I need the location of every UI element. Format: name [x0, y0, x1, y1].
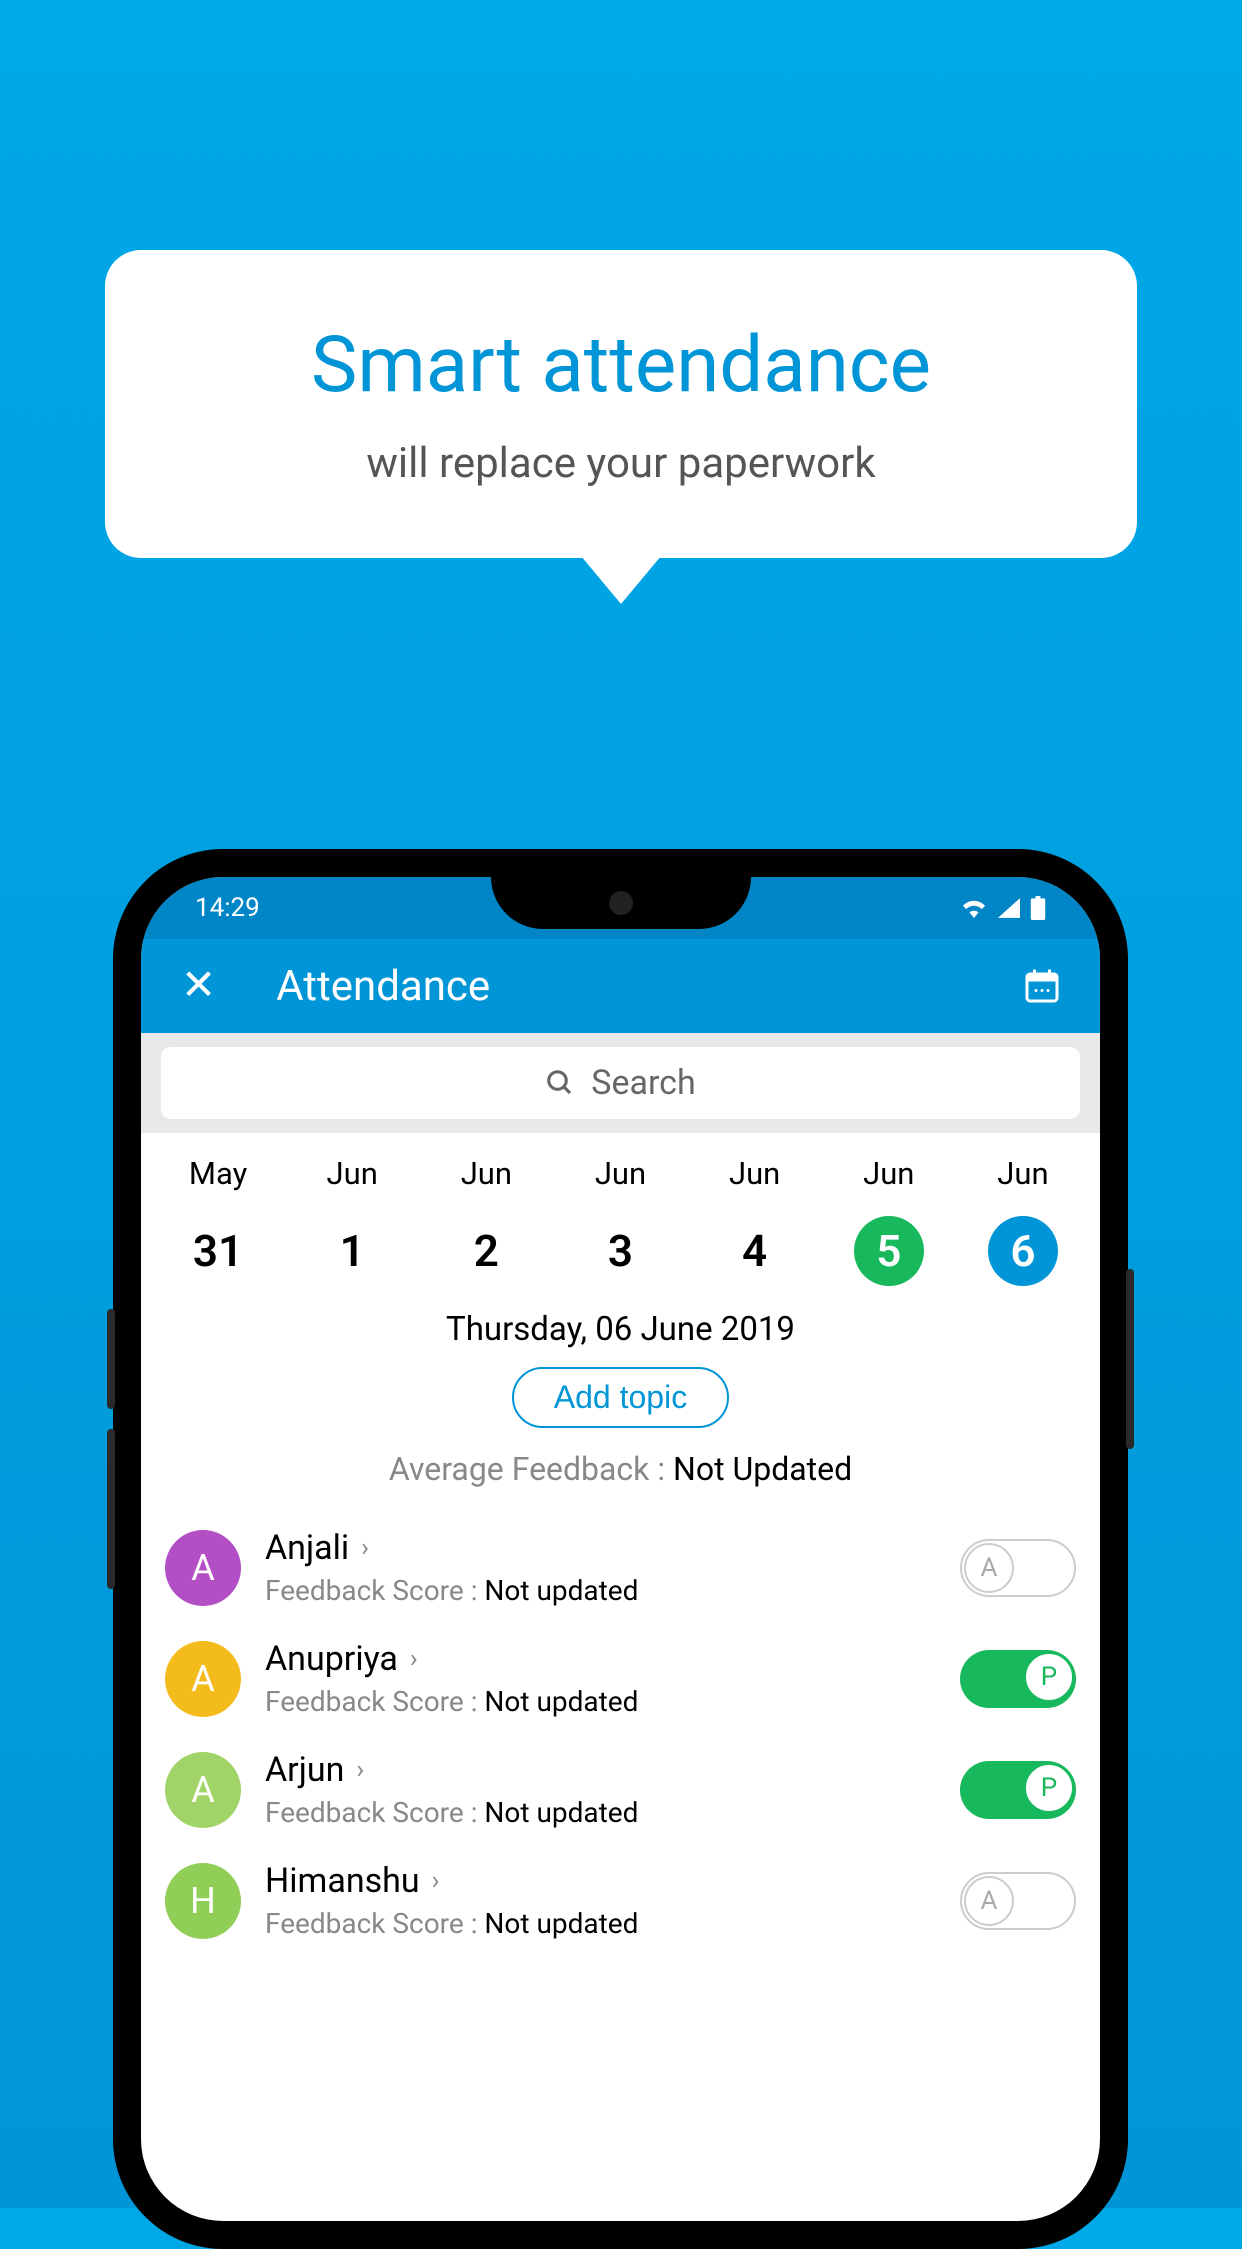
date-day: 1	[317, 1216, 387, 1286]
promo-title: Smart attendance	[145, 320, 1097, 411]
power-button	[1126, 1269, 1134, 1449]
date-cell[interactable]: May 31	[151, 1155, 285, 1286]
chevron-right-icon: ›	[432, 1866, 440, 1896]
phone-frame: 14:29 ✕ Attendance Search May31Jun1Jun2J…	[113, 849, 1128, 2249]
feedback-label: Feedback Score :	[265, 1796, 484, 1829]
add-topic-button[interactable]: Add topic	[512, 1367, 729, 1428]
signal-icon	[998, 898, 1020, 918]
student-name-text: Anupriya	[265, 1639, 398, 1679]
phone-screen: 14:29 ✕ Attendance Search May31Jun1Jun2J…	[141, 877, 1100, 2221]
toggle-knob: A	[964, 1543, 1014, 1593]
feedback-value: Not updated	[484, 1685, 638, 1718]
search-input[interactable]: Search	[161, 1047, 1080, 1119]
average-feedback: Average Feedback : Not Updated	[141, 1450, 1100, 1488]
search-container: Search	[141, 1033, 1100, 1133]
date-day: 6	[988, 1216, 1058, 1286]
date-month: Jun	[688, 1155, 822, 1192]
promo-bubble: Smart attendance will replace your paper…	[105, 250, 1137, 558]
date-strip: May 31 Jun 1 Jun 2 Jun 3 Jun 4 Jun 5 Jun 6	[141, 1133, 1100, 1310]
calendar-icon[interactable]	[1024, 968, 1060, 1004]
student-name-text: Arjun	[265, 1750, 344, 1790]
feedback-value: Not updated	[484, 1907, 638, 1940]
student-name: Arjun ›	[265, 1750, 960, 1790]
date-month: Jun	[822, 1155, 956, 1192]
date-cell[interactable]: Jun 2	[419, 1155, 553, 1286]
volume-up-button	[107, 1309, 115, 1409]
search-placeholder: Search	[591, 1063, 695, 1103]
search-icon	[545, 1068, 575, 1098]
attendance-toggle[interactable]: P	[960, 1650, 1076, 1708]
date-cell[interactable]: Jun 1	[285, 1155, 419, 1286]
avatar: H	[165, 1863, 241, 1939]
feedback-score: Feedback Score : Not updated	[265, 1907, 960, 1940]
avg-feedback-value: Not Updated	[673, 1450, 852, 1488]
attendance-toggle[interactable]: A	[960, 1539, 1076, 1597]
feedback-score: Feedback Score : Not updated	[265, 1796, 960, 1829]
battery-icon	[1030, 896, 1046, 920]
chevron-right-icon: ›	[361, 1533, 369, 1563]
feedback-label: Feedback Score :	[265, 1907, 484, 1940]
promo-subtitle: will replace your paperwork	[145, 439, 1097, 488]
close-icon[interactable]: ✕	[181, 965, 216, 1007]
feedback-score: Feedback Score : Not updated	[265, 1574, 960, 1607]
attendance-toggle[interactable]: A	[960, 1872, 1076, 1930]
app-bar: ✕ Attendance	[141, 939, 1100, 1033]
date-month: Jun	[285, 1155, 419, 1192]
date-day: 4	[720, 1216, 790, 1286]
student-row: HHimanshu›Feedback Score : Not updatedA	[141, 1845, 1100, 1956]
avatar: A	[165, 1752, 241, 1828]
date-day: 3	[585, 1216, 655, 1286]
chevron-right-icon: ›	[410, 1644, 418, 1674]
volume-down-button	[107, 1429, 115, 1589]
student-name: Anupriya ›	[265, 1639, 960, 1679]
student-name-text: Himanshu	[265, 1861, 420, 1901]
avatar: A	[165, 1530, 241, 1606]
screen-title: Attendance	[276, 962, 1024, 1011]
date-month: Jun	[553, 1155, 687, 1192]
wifi-icon	[960, 898, 988, 918]
student-info[interactable]: Anjali › Feedback Score : Not updated	[265, 1528, 960, 1607]
student-info[interactable]: Arjun › Feedback Score : Not updated	[265, 1750, 960, 1829]
feedback-label: Feedback Score :	[265, 1685, 484, 1718]
attendance-toggle[interactable]: P	[960, 1761, 1076, 1819]
date-month: Jun	[419, 1155, 553, 1192]
selected-date-label: Thursday, 06 June 2019	[141, 1310, 1100, 1349]
student-name: Anjali ›	[265, 1528, 960, 1568]
student-info[interactable]: Anupriya › Feedback Score : Not updated	[265, 1639, 960, 1718]
date-cell[interactable]: Jun 5	[822, 1155, 956, 1286]
date-day: 2	[451, 1216, 521, 1286]
avatar: A	[165, 1641, 241, 1717]
feedback-value: Not updated	[484, 1796, 638, 1829]
date-month: Jun	[956, 1155, 1090, 1192]
toggle-knob: P	[1024, 1652, 1074, 1702]
date-day: 31	[183, 1216, 253, 1286]
status-time: 14:29	[195, 893, 260, 923]
student-row: A Anupriya › Feedback Score : Not updated P	[141, 1623, 1100, 1734]
date-cell[interactable]: Jun 6	[956, 1155, 1090, 1286]
student-list: AAnjali›Feedback Score : Not updatedAAAn…	[141, 1512, 1100, 1956]
date-cell[interactable]: Jun 4	[688, 1155, 822, 1286]
student-row: AAnjali›Feedback Score : Not updatedA	[141, 1512, 1100, 1623]
student-name-text: Anjali	[265, 1528, 349, 1568]
student-name: Himanshu ›	[265, 1861, 960, 1901]
chevron-right-icon: ›	[356, 1755, 364, 1785]
avg-feedback-label: Average Feedback :	[389, 1450, 673, 1488]
feedback-score: Feedback Score : Not updated	[265, 1685, 960, 1718]
phone-notch	[491, 877, 751, 929]
feedback-value: Not updated	[484, 1574, 638, 1607]
toggle-knob: A	[964, 1876, 1014, 1926]
status-icons	[960, 896, 1046, 920]
date-cell[interactable]: Jun 3	[553, 1155, 687, 1286]
feedback-label: Feedback Score :	[265, 1574, 484, 1607]
toggle-knob: P	[1024, 1763, 1074, 1813]
date-month: May	[151, 1155, 285, 1192]
student-row: A Arjun › Feedback Score : Not updated P	[141, 1734, 1100, 1845]
date-day: 5	[854, 1216, 924, 1286]
student-info[interactable]: Himanshu › Feedback Score : Not updated	[265, 1861, 960, 1940]
